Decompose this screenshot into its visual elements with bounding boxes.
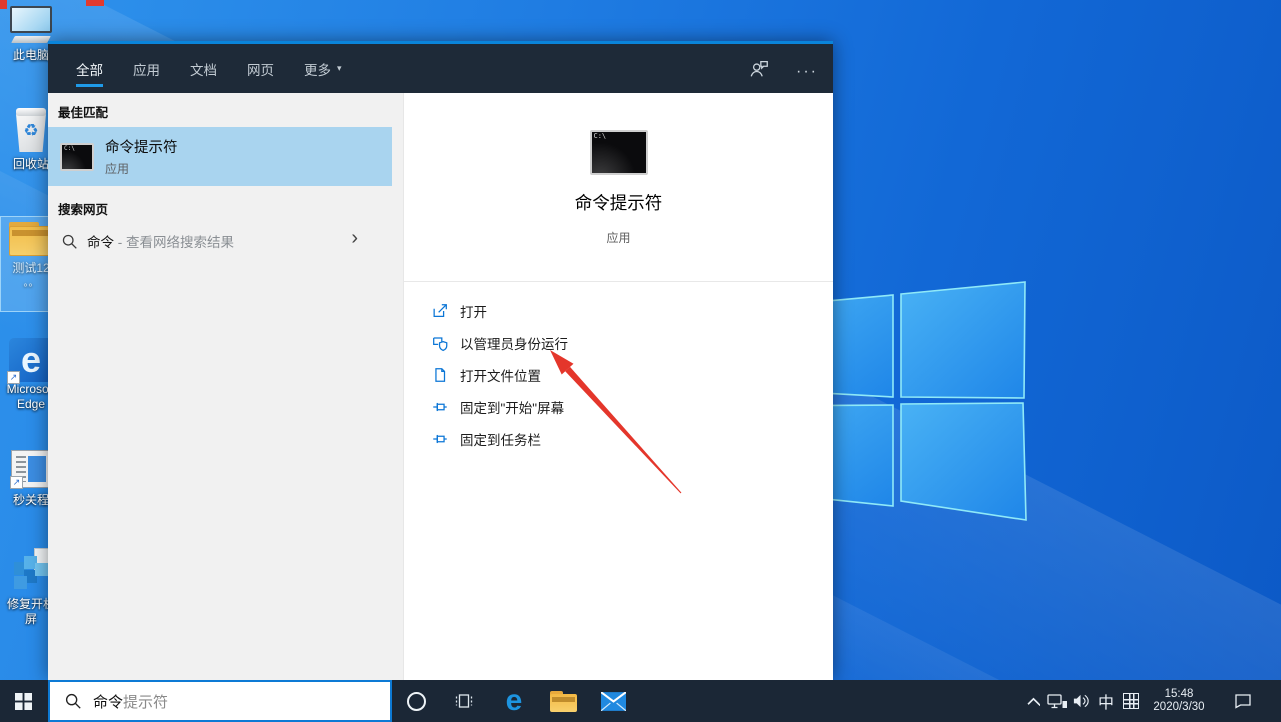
chevron-up-icon xyxy=(1027,697,1040,706)
result-title: 命令提示符 xyxy=(105,140,178,156)
recycle-bin-icon: ♻ xyxy=(14,108,48,152)
edge-taskbar-button[interactable]: e xyxy=(497,680,531,722)
best-match-section-title: 最佳匹配 xyxy=(58,106,109,120)
web-search-section-title: 搜索网页 xyxy=(58,203,109,217)
shield-icon xyxy=(433,337,448,352)
search-results-column: 最佳匹配 C:\ 命令提示符 应用 搜索网页 命令 - 查看网络搜索结果 › xyxy=(48,93,403,680)
folder-icon xyxy=(9,222,53,256)
action-pin-to-taskbar[interactable]: 固定到任务栏 xyxy=(404,423,833,455)
action-open-file-location[interactable]: 打开文件位置 xyxy=(404,359,833,391)
search-filter-tabs: 全部 应用 文档 网页 更多 ▾ xyxy=(61,44,357,93)
tab-more[interactable]: 更多 ▾ xyxy=(289,44,357,93)
action-center-icon xyxy=(1235,694,1251,709)
tab-all[interactable]: 全部 xyxy=(61,44,118,93)
action-pin-to-start[interactable]: 固定到"开始"屏幕 xyxy=(404,391,833,423)
this-pc-icon xyxy=(10,6,52,43)
folder-icon xyxy=(549,690,577,712)
command-prompt-icon-large: C:\ xyxy=(589,130,648,175)
command-prompt-icon: C:\ xyxy=(60,142,94,171)
clock-time: 15:48 xyxy=(1164,688,1194,700)
tab-apps[interactable]: 应用 xyxy=(118,44,175,93)
tab-documents[interactable]: 文档 xyxy=(175,44,232,93)
action-center-button[interactable] xyxy=(1228,680,1258,722)
windows-logo-icon xyxy=(15,692,32,710)
search-icon xyxy=(65,693,81,709)
account-feedback-icon[interactable] xyxy=(737,58,781,85)
best-match-result-command-prompt[interactable]: C:\ 命令提示符 应用 xyxy=(48,127,392,186)
tray-ime-language[interactable]: 中 xyxy=(1094,680,1118,722)
task-view-icon xyxy=(455,694,473,708)
tray-show-hidden-icons[interactable] xyxy=(1024,680,1042,722)
ime-language-label: 中 xyxy=(1097,695,1114,712)
tray-ime-mode[interactable] xyxy=(1118,680,1144,722)
speaker-icon xyxy=(1073,694,1089,708)
mail-icon xyxy=(600,691,626,711)
result-preview-pane: C:\ 命令提示符 应用 打开 以管理员身份运行 打开文件位置 固定到"开始"屏… xyxy=(403,93,833,680)
edge-icon: e ↗ xyxy=(7,338,53,384)
tray-volume[interactable] xyxy=(1068,680,1094,722)
open-icon xyxy=(433,304,447,318)
preview-title: 命令提示符 xyxy=(574,193,663,213)
start-button[interactable] xyxy=(0,680,47,722)
shortcut-arrow-icon: ↗ xyxy=(10,476,23,489)
clock-date: 2020/3/30 xyxy=(1153,701,1205,713)
network-icon xyxy=(1046,693,1067,708)
action-run-as-admin[interactable]: 以管理员身份运行 xyxy=(404,327,833,359)
action-open[interactable]: 打开 xyxy=(404,295,833,327)
tray-clock[interactable]: 15:48 2020/3/30 xyxy=(1146,680,1212,722)
mail-button[interactable] xyxy=(596,680,630,722)
search-typed-text: 命令 xyxy=(93,693,124,711)
tab-web[interactable]: 网页 xyxy=(232,44,289,93)
screen-artifact-red-mark xyxy=(0,0,7,9)
divider xyxy=(404,281,833,282)
search-icon xyxy=(62,234,77,249)
result-type: 应用 xyxy=(105,162,130,176)
preview-subtitle: 应用 xyxy=(606,231,631,245)
edge-icon: e xyxy=(505,684,523,717)
windows-desktop: 此电脑 ♻ 回收站 测试12 。。 e ↗ Microsoft Edge ↗ 秒 xyxy=(0,0,1281,722)
ime-grid-icon xyxy=(1123,693,1139,709)
file-explorer-button[interactable] xyxy=(546,680,580,722)
web-search-text: 命令 - 查看网络搜索结果 xyxy=(87,235,234,250)
taskbar: 命令 提示符 e 中 15:48 2020/3/30 xyxy=(0,680,1281,722)
cortana-icon xyxy=(406,691,426,711)
chevron-down-icon: ▾ xyxy=(337,63,342,73)
pin-icon xyxy=(433,402,447,412)
app-window-icon: ↗ xyxy=(10,450,51,489)
more-options-icon[interactable]: ··· xyxy=(781,63,833,81)
chevron-right-icon[interactable]: › xyxy=(351,227,358,250)
task-view-button[interactable] xyxy=(447,680,481,722)
screen-artifact-red-mark xyxy=(86,0,104,6)
search-suggestion-text: 提示符 xyxy=(123,693,169,711)
taskbar-search-input[interactable]: 命令 提示符 xyxy=(48,680,392,722)
tray-network[interactable] xyxy=(1044,680,1070,722)
file-location-icon xyxy=(435,368,446,382)
cortana-button[interactable] xyxy=(399,680,433,722)
search-flyout-panel: 全部 应用 文档 网页 更多 ▾ ··· 最佳匹配 C:\ 命令提示符 应用 搜… xyxy=(48,41,833,680)
pin-icon xyxy=(433,434,447,444)
web-search-result[interactable]: 命令 - 查看网络搜索结果 › xyxy=(48,222,392,260)
search-filter-header: 全部 应用 文档 网页 更多 ▾ ··· xyxy=(48,44,833,93)
wallpaper-windows-logo xyxy=(810,281,1027,521)
shortcut-arrow-icon: ↗ xyxy=(7,371,20,384)
context-actions: 打开 以管理员身份运行 打开文件位置 固定到"开始"屏幕 固定到任务栏 xyxy=(404,295,833,455)
